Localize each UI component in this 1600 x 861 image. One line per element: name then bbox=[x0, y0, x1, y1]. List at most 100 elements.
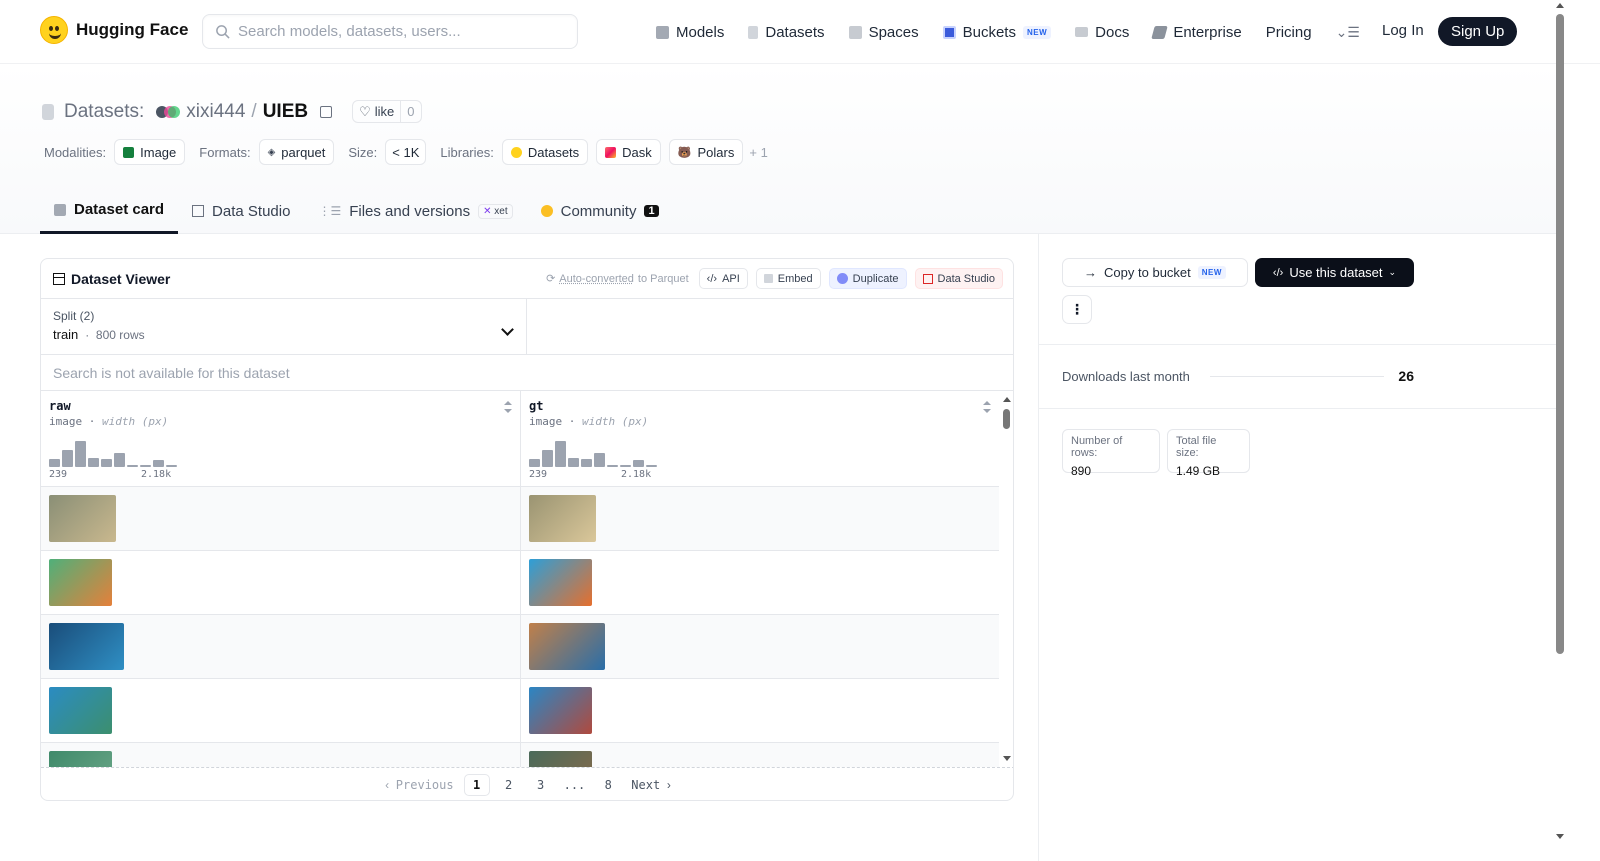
next-page-button[interactable]: Next › bbox=[627, 774, 675, 796]
histogram-min: 239 bbox=[49, 469, 68, 480]
histogram-bar[interactable] bbox=[127, 465, 138, 467]
nav-spaces[interactable]: Spaces bbox=[848, 24, 919, 41]
search-input[interactable] bbox=[238, 23, 558, 40]
table-scrollbar[interactable] bbox=[999, 391, 1013, 767]
nav-buckets-label: Buckets bbox=[962, 23, 1016, 41]
image-thumbnail[interactable] bbox=[49, 751, 112, 767]
library-chip-datasets[interactable]: Datasets bbox=[501, 139, 589, 165]
api-button[interactable]: ‹/› API bbox=[698, 268, 748, 289]
nav-buckets[interactable]: Buckets NEW bbox=[942, 23, 1052, 41]
menu-icon[interactable]: ⌄☰ bbox=[1336, 24, 1360, 41]
previous-page-button[interactable]: ‹ Previous bbox=[381, 774, 457, 796]
embed-button[interactable]: Embed bbox=[755, 268, 821, 289]
column-header-gt[interactable]: gt image · width (px) 239 2.18k bbox=[520, 391, 999, 486]
xet-label: xet bbox=[494, 205, 508, 217]
image-thumbnail[interactable] bbox=[529, 751, 592, 767]
libraries-more[interactable]: + 1 bbox=[749, 145, 767, 160]
avatar[interactable] bbox=[156, 104, 181, 120]
like-button[interactable]: ♡ like 0 bbox=[352, 100, 422, 123]
column-histogram bbox=[529, 439, 669, 467]
histogram-bar[interactable] bbox=[620, 465, 631, 467]
tab-label: Dataset card bbox=[74, 201, 165, 218]
files-icon: ⋮☰ bbox=[318, 204, 342, 218]
bucket-icon bbox=[942, 25, 956, 39]
page-ellipsis: ... bbox=[563, 778, 586, 792]
histogram-bar[interactable] bbox=[140, 465, 151, 467]
column-header-raw[interactable]: raw image · width (px) 239 2.18k bbox=[41, 391, 520, 486]
image-thumbnail[interactable] bbox=[49, 687, 112, 734]
page-8-button[interactable]: 8 bbox=[595, 774, 621, 796]
use-this-dataset-button[interactable]: ‹/› Use this dataset ⌄ bbox=[1255, 258, 1414, 287]
histogram-bar[interactable] bbox=[607, 465, 618, 467]
nav-docs[interactable]: Docs bbox=[1075, 24, 1129, 41]
histogram-bar[interactable] bbox=[542, 450, 553, 467]
histogram-bar[interactable] bbox=[166, 465, 177, 467]
image-thumbnail[interactable] bbox=[49, 623, 124, 670]
nav-pricing[interactable]: Pricing bbox=[1266, 24, 1312, 41]
owner-link[interactable]: xixi444 bbox=[186, 101, 245, 123]
copy-icon[interactable] bbox=[320, 105, 333, 118]
split-selector[interactable]: Split (2) train · 800 rows bbox=[41, 299, 527, 354]
histogram-bar[interactable] bbox=[594, 453, 605, 467]
histogram-bar[interactable] bbox=[646, 465, 657, 467]
signup-button[interactable]: Sign Up bbox=[1438, 17, 1518, 46]
histogram-bar[interactable] bbox=[62, 450, 73, 467]
image-thumbnail[interactable] bbox=[49, 559, 112, 606]
size-chip[interactable]: < 1K bbox=[385, 139, 427, 165]
copy-bucket-label: Copy to bucket bbox=[1104, 265, 1191, 280]
histogram-bar[interactable] bbox=[568, 458, 579, 467]
modality-chip[interactable]: Image bbox=[114, 139, 186, 165]
briefcase-icon bbox=[1151, 25, 1169, 39]
histogram-bar[interactable] bbox=[114, 453, 125, 467]
histogram-bar[interactable] bbox=[75, 441, 86, 467]
dataset-name[interactable]: UIEB bbox=[263, 101, 308, 123]
histogram-bar[interactable] bbox=[153, 460, 164, 467]
histogram-bar[interactable] bbox=[49, 459, 60, 467]
histogram-bar[interactable] bbox=[529, 459, 540, 467]
histogram-bar[interactable] bbox=[633, 460, 644, 467]
library-chip-polars[interactable]: 🐻 Polars bbox=[668, 139, 744, 165]
page-scrollbar[interactable] bbox=[1553, 0, 1567, 861]
image-thumbnail[interactable] bbox=[529, 559, 592, 606]
image-thumbnail[interactable] bbox=[529, 495, 596, 542]
tab-data-studio[interactable]: Data Studio bbox=[178, 188, 304, 234]
copy-to-bucket-button[interactable]: → Copy to bucket NEW bbox=[1062, 258, 1248, 287]
histogram-bar[interactable] bbox=[581, 459, 592, 467]
histogram-bar[interactable] bbox=[88, 458, 99, 467]
title-prefix[interactable]: Datasets: bbox=[64, 101, 144, 123]
histogram-bar[interactable] bbox=[555, 441, 566, 467]
library-chip-dask[interactable]: Dask bbox=[596, 139, 661, 165]
search-box[interactable] bbox=[202, 14, 578, 49]
login-link[interactable]: Log In bbox=[1382, 22, 1424, 39]
like-label: like bbox=[374, 104, 395, 119]
nav-enterprise-label: Enterprise bbox=[1173, 23, 1242, 41]
table-cell-gt bbox=[520, 615, 999, 678]
split-name: train bbox=[53, 327, 79, 342]
duplicate-button[interactable]: Duplicate bbox=[828, 268, 907, 289]
more-options-icon[interactable]: ⋮ bbox=[1062, 295, 1092, 324]
page-2-button[interactable]: 2 bbox=[496, 774, 522, 796]
search-icon bbox=[216, 25, 230, 39]
table-cell-gt bbox=[520, 679, 999, 742]
tab-files-and-versions[interactable]: ⋮☰ Files and versions ✕ xet bbox=[304, 188, 526, 234]
page-1-button[interactable]: 1 bbox=[463, 774, 490, 796]
rows-label: Number of rows: bbox=[1071, 435, 1123, 459]
image-thumbnail[interactable] bbox=[529, 687, 592, 734]
tab-dataset-card[interactable]: Dataset card bbox=[40, 188, 179, 234]
histogram-bar[interactable] bbox=[101, 459, 112, 467]
data-studio-button[interactable]: Data Studio bbox=[914, 268, 1003, 289]
brand-logo[interactable]: Hugging Face bbox=[40, 16, 188, 44]
auto-converted-link[interactable]: Auto-converted bbox=[559, 273, 634, 285]
image-thumbnail[interactable] bbox=[529, 623, 605, 670]
code-icon: ‹/› bbox=[1272, 266, 1284, 279]
sort-icon[interactable] bbox=[504, 401, 512, 413]
total-file-size-stat: Total file size: 1.49 GB bbox=[1167, 429, 1250, 478]
nav-enterprise[interactable]: Enterprise bbox=[1151, 23, 1242, 41]
nav-models[interactable]: Models bbox=[656, 24, 724, 41]
tab-community[interactable]: Community 1 bbox=[527, 188, 673, 234]
image-thumbnail[interactable] bbox=[49, 495, 116, 542]
format-chip[interactable]: ◈ parquet bbox=[258, 139, 335, 165]
nav-datasets[interactable]: Datasets bbox=[748, 24, 825, 41]
sort-icon[interactable] bbox=[983, 401, 991, 413]
page-3-button[interactable]: 3 bbox=[528, 774, 554, 796]
